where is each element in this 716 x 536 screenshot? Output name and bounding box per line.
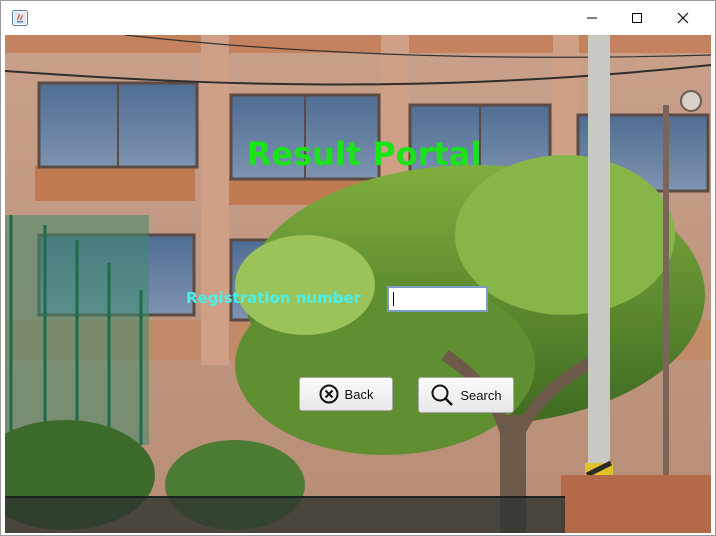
page-title: Result Portal [246, 135, 482, 173]
app-window: Result Portal Registration number Back S… [0, 0, 716, 536]
search-button[interactable]: Search [418, 377, 514, 413]
registration-number-label: Registration number [186, 289, 362, 307]
close-button[interactable] [660, 1, 706, 35]
magnifier-icon [430, 383, 454, 407]
school-building-background-image [5, 35, 711, 533]
minimize-button[interactable] [569, 1, 615, 35]
back-button-label: Back [344, 386, 374, 402]
circle-x-icon [319, 384, 339, 404]
text-caret [393, 292, 394, 306]
close-icon [677, 12, 689, 24]
registration-number-input[interactable] [387, 286, 488, 312]
back-button[interactable]: Back [299, 377, 393, 411]
title-bar[interactable] [1, 1, 715, 35]
maximize-button[interactable] [614, 1, 660, 35]
java-app-icon [12, 10, 28, 26]
minimize-icon [587, 17, 597, 19]
maximize-icon [632, 13, 642, 23]
search-button-label: Search [460, 387, 502, 403]
content-panel: Result Portal Registration number Back S… [5, 35, 711, 533]
